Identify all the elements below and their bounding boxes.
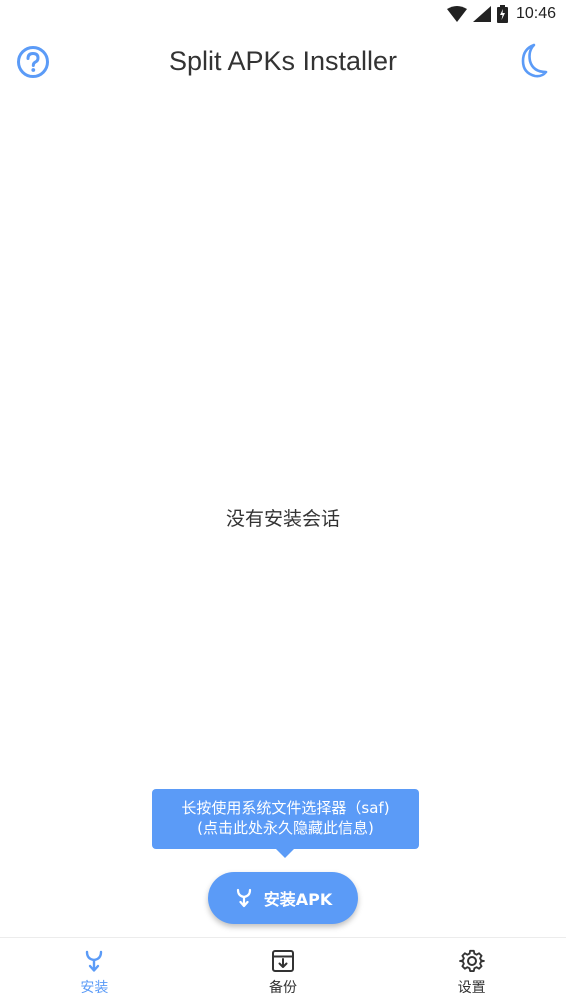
theme-toggle-button[interactable] <box>516 43 548 79</box>
install-apk-button[interactable]: 安装APK <box>208 872 358 924</box>
install-fork-icon <box>86 950 103 972</box>
status-time: 10:46 <box>515 5 556 22</box>
empty-state-text: 没有安装会话 <box>225 508 340 530</box>
wifi-icon <box>446 6 467 22</box>
nav-item-install[interactable]: 安装 <box>0 938 189 1006</box>
install-fork-icon <box>236 888 251 908</box>
nav-label-settings: 设置 <box>457 980 486 996</box>
tooltip-line-1: 长按使用系统文件选择器（saf) <box>181 799 390 817</box>
install-apk-label: 安装APK <box>263 890 333 909</box>
tooltip-arrow <box>275 848 295 858</box>
archive-icon <box>272 950 294 972</box>
signal-icon <box>472 6 491 22</box>
gear-icon <box>458 949 485 973</box>
nav-item-backup[interactable]: 备份 <box>189 938 378 1006</box>
nav-label-install: 安装 <box>80 980 109 996</box>
app-bar: Split APKs Installer <box>0 30 566 94</box>
status-icons: 10:46 <box>446 5 556 23</box>
app-title: Split APKs Installer <box>168 46 398 76</box>
nav-item-settings[interactable]: 设置 <box>377 938 566 1006</box>
tooltip-line-2: (点击此处永久隐藏此信息) <box>197 819 374 837</box>
status-bar: 10:46 <box>0 0 566 30</box>
battery-icon <box>496 5 508 23</box>
moon-icon <box>521 43 548 78</box>
nav-label-backup: 备份 <box>269 980 297 996</box>
bottom-navigation: 安装 备份 设置 <box>0 937 566 1006</box>
saf-hint-tooltip[interactable]: 长按使用系统文件选择器（saf) (点击此处永久隐藏此信息) <box>152 789 419 849</box>
